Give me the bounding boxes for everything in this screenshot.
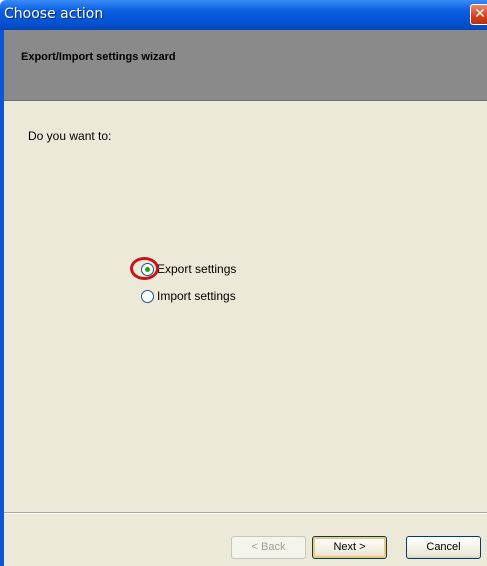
window-title: Choose action xyxy=(4,6,104,22)
cancel-button[interactable]: Cancel xyxy=(406,536,481,559)
back-button[interactable]: < Back xyxy=(231,536,306,559)
question-label: Do you want to: xyxy=(28,129,112,143)
close-icon: ✕ xyxy=(474,6,486,22)
radio-import-settings[interactable]: Import settings xyxy=(141,288,236,304)
radio-button-unchecked-icon[interactable] xyxy=(141,289,154,303)
wizard-window: Choose action ✕ Export/Import settings w… xyxy=(0,0,487,566)
wizard-header-title: Export/Import settings wizard xyxy=(21,51,176,63)
titlebar[interactable]: Choose action ✕ xyxy=(0,0,487,30)
close-button[interactable]: ✕ xyxy=(470,4,487,25)
footer-separator xyxy=(4,512,487,514)
wizard-header: Export/Import settings wizard xyxy=(4,30,487,101)
next-button[interactable]: Next > xyxy=(312,536,387,559)
radio-label-import[interactable]: Import settings xyxy=(157,289,236,303)
wizard-client-area: Export/Import settings wizard Do you wan… xyxy=(4,30,487,566)
highlight-ring-annotation xyxy=(130,257,159,280)
radio-label-export[interactable]: Export settings xyxy=(157,262,236,276)
